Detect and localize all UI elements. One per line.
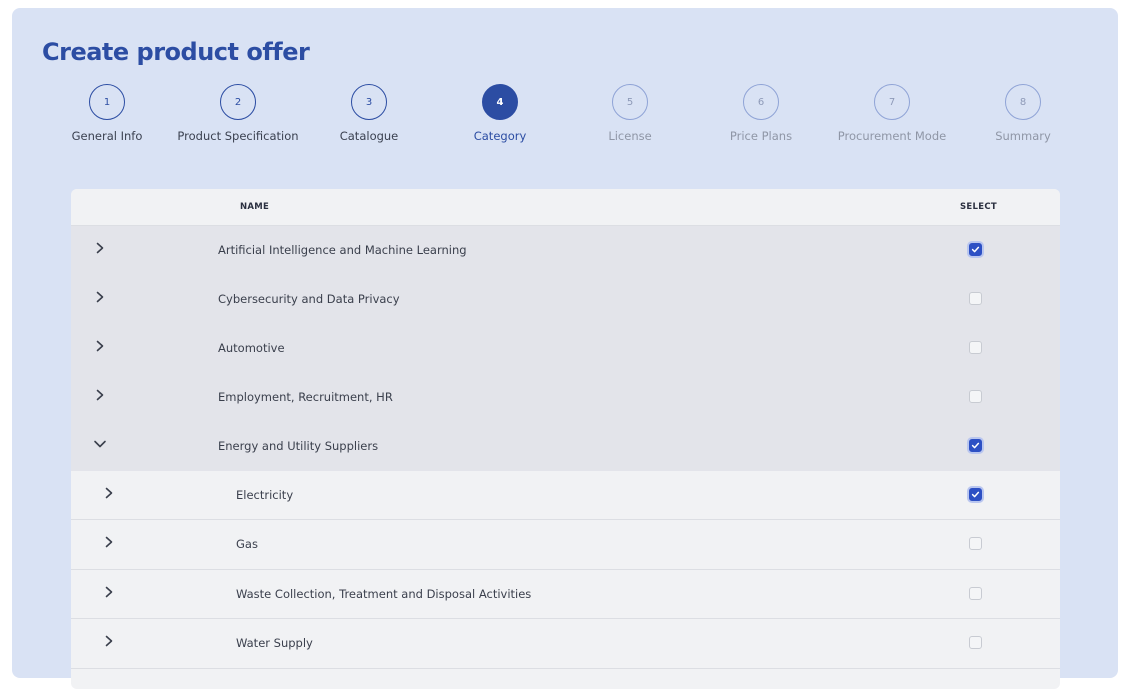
select-checkbox[interactable] — [969, 537, 982, 551]
table-body: Artificial Intelligence and Machine Lear… — [71, 226, 1060, 669]
category-table: NAME SELECT Artificial Intelligence and … — [71, 189, 1060, 689]
row-label: Gas — [236, 537, 258, 552]
check-icon — [971, 245, 980, 254]
check-icon — [971, 490, 980, 499]
check-icon — [971, 441, 980, 450]
table-row: Artificial Intelligence and Machine Lear… — [71, 226, 1060, 275]
row-label: Employment, Recruitment, HR — [218, 390, 393, 404]
row-label: Electricity — [236, 488, 294, 502]
table-row: Water Supply — [71, 619, 1060, 669]
chevron-right-icon[interactable] — [92, 338, 108, 354]
table-row: Electricity — [71, 471, 1060, 521]
chevron-right-icon[interactable] — [92, 387, 108, 403]
chevron-right-icon[interactable] — [92, 289, 108, 305]
step-number: 6 — [743, 84, 779, 120]
select-checkbox[interactable] — [969, 439, 982, 452]
chevron-right-icon[interactable] — [101, 633, 117, 649]
row-label: Waste Collection, Treatment and Disposal… — [236, 586, 532, 601]
select-checkbox[interactable] — [969, 586, 982, 600]
row-label: Cybersecurity and Data Privacy — [218, 292, 400, 306]
step-number: 7 — [874, 84, 910, 120]
create-offer-panel: Create product offer 1 General Info 2 Pr… — [12, 8, 1118, 689]
table-row: Gas — [71, 520, 1060, 570]
step-number: 5 — [612, 84, 648, 120]
column-header-name: NAME — [240, 202, 270, 212]
select-checkbox[interactable] — [969, 636, 982, 650]
chevron-down-icon[interactable] — [92, 436, 108, 452]
step-number: 8 — [1005, 84, 1041, 120]
select-checkbox[interactable] — [969, 292, 982, 305]
row-label: Automotive — [218, 341, 285, 355]
step-number: 4 — [482, 84, 518, 120]
chevron-right-icon[interactable] — [101, 485, 117, 501]
page-title: Create product offer — [42, 38, 310, 66]
table-header: NAME SELECT — [71, 189, 1060, 226]
row-label: Artificial Intelligence and Machine Lear… — [218, 243, 467, 257]
stepper: 1 General Info 2 Product Specification 3… — [12, 84, 1118, 154]
select-checkbox[interactable] — [969, 488, 982, 501]
step-summary[interactable]: 8 Summary — [938, 84, 1108, 143]
step-number: 1 — [89, 84, 125, 120]
table-row: Cybersecurity and Data Privacy — [71, 275, 1060, 324]
select-checkbox[interactable] — [969, 341, 982, 354]
table-row: Automotive — [71, 324, 1060, 373]
chevron-right-icon[interactable] — [101, 584, 117, 600]
column-header-select: SELECT — [960, 202, 997, 212]
step-number: 3 — [351, 84, 387, 120]
step-label: Summary — [995, 129, 1051, 143]
row-label: Water Supply — [236, 636, 313, 651]
table-row: Waste Collection, Treatment and Disposal… — [71, 569, 1060, 620]
select-checkbox[interactable] — [969, 243, 982, 256]
table-row: Energy and Utility Suppliers — [71, 422, 1060, 471]
chevron-right-icon[interactable] — [101, 534, 117, 550]
select-checkbox[interactable] — [969, 390, 982, 403]
row-label: Energy and Utility Suppliers — [218, 439, 379, 453]
chevron-right-icon[interactable] — [92, 240, 108, 256]
step-number: 2 — [220, 84, 256, 120]
table-row: Employment, Recruitment, HR — [71, 373, 1060, 422]
